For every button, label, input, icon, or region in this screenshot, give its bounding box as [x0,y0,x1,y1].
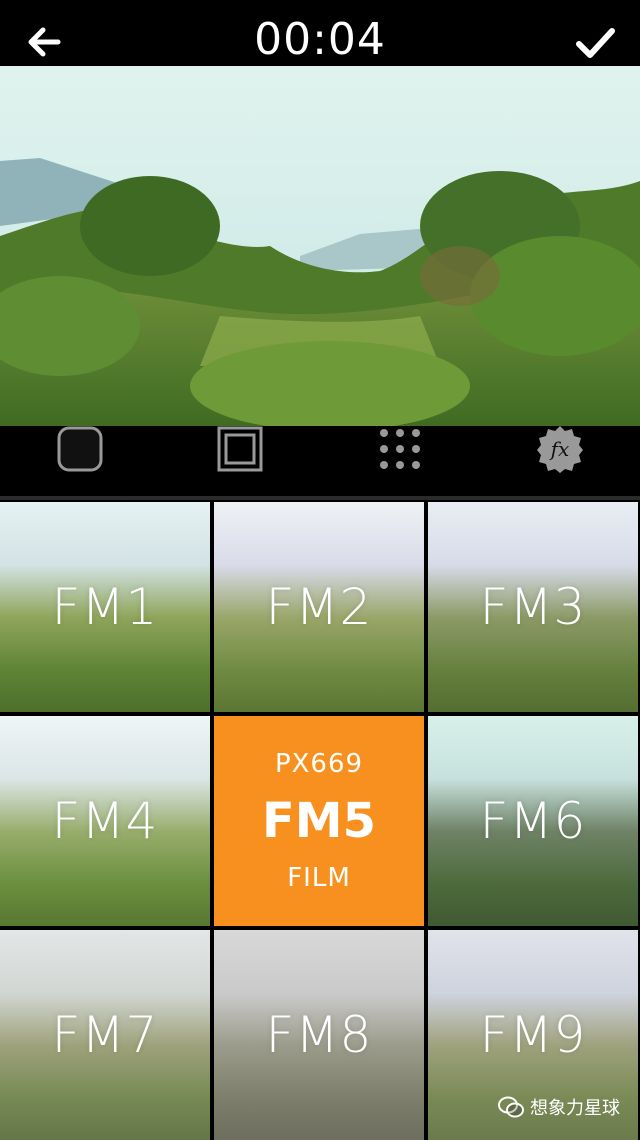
filter-label: FM1 [51,578,159,636]
checkmark-icon[interactable] [574,22,616,64]
filter-label: FM5 [262,793,376,849]
filter-label: FM4 [51,792,159,850]
filter-label: FM6 [479,792,587,850]
filter-label: FM9 [479,1006,587,1064]
top-bar: 00:04 [0,0,640,66]
rounded-frame-icon [57,426,103,472]
square-frame-tool[interactable] [200,426,280,472]
fx-tool[interactable]: fx [520,426,600,473]
recording-timer: 00:04 [254,14,386,65]
filter-type: FILM [287,863,351,893]
filter-tile-fm8[interactable]: FM8 [214,930,424,1140]
dot-grid-tool[interactable] [360,426,440,472]
tool-bar: fx [0,426,640,496]
filter-tile-fm6[interactable]: FM6 [428,716,638,926]
filter-tile-fm4[interactable]: FM4 [0,716,210,926]
filter-label: FM3 [479,578,587,636]
square-frame-icon [217,426,263,472]
filter-label: FM2 [265,578,373,636]
filter-label: FM8 [265,1006,373,1064]
fx-label: fx [549,437,570,461]
dot-grid-icon [380,429,420,469]
filter-film-code: PX669 [274,749,364,779]
filter-tile-fm1[interactable]: FM1 [0,502,210,712]
rounded-frame-tool[interactable] [40,426,120,472]
filter-tile-fm7[interactable]: FM7 [0,930,210,1140]
filter-label: FM7 [51,1006,159,1064]
wechat-icon [498,1096,524,1118]
filter-tile-fm5-selected[interactable]: PX669 FM5 FILM [214,716,424,926]
watermark: 想象力星球 [498,1094,620,1120]
filter-tile-fm3[interactable]: FM3 [428,502,638,712]
watermark-text: 想象力星球 [530,1098,620,1119]
filter-grid: FM1 FM2 FM3 FM4 PX669 FM5 FILM FM6 FM7 F… [0,500,640,1140]
filter-tile-fm2[interactable]: FM2 [214,502,424,712]
photo-preview [0,66,640,426]
fx-icon: fx [537,426,583,473]
